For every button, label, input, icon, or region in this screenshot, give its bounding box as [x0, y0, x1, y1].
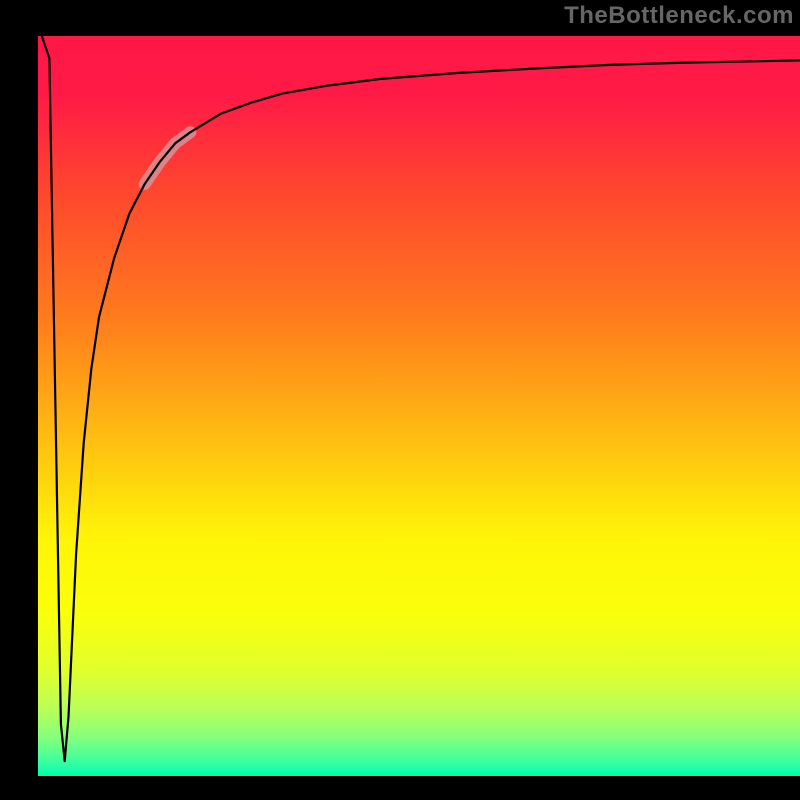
watermark-text: TheBottleneck.com	[564, 2, 794, 30]
bottleneck-chart	[38, 36, 800, 776]
gradient-background	[38, 36, 800, 776]
chart-stage: TheBottleneck.com	[0, 0, 800, 800]
